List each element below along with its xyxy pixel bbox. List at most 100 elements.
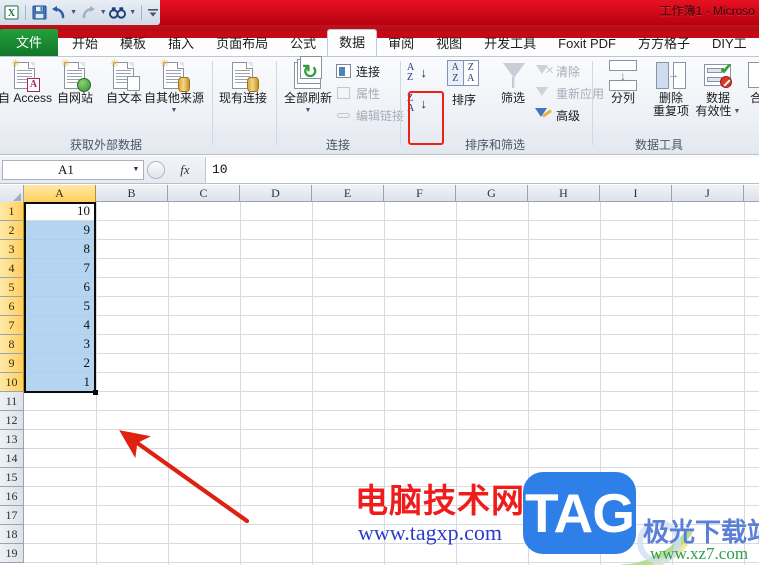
ribbon-group-existing-connection: 现有连接 <box>214 57 274 154</box>
column-header-H[interactable]: H <box>528 185 600 202</box>
data-validation-button[interactable]: ✔ 数据 有效性 ▼ <box>693 60 743 118</box>
tab-12[interactable]: DIY工 <box>701 30 758 57</box>
redo-dropdown-icon[interactable]: ▼ <box>99 3 108 22</box>
tab-4[interactable]: 页面布局 <box>205 30 279 57</box>
sort-dialog-button[interactable]: AZ ZA 排序 <box>437 60 491 107</box>
name-box[interactable]: A1 ▼ <box>2 159 144 180</box>
tab-2[interactable]: 模板 <box>109 30 157 57</box>
connections-button[interactable]: 连接 <box>336 62 380 80</box>
advanced-filter-button[interactable]: 高级 <box>535 106 580 124</box>
sort-ascending-button[interactable]: A Z ↓ <box>407 62 427 86</box>
row-header-7[interactable]: 7 <box>0 316 24 335</box>
name-box-dropdown-icon[interactable]: ▼ <box>129 166 143 173</box>
row-header-17[interactable]: 17 <box>0 506 24 525</box>
annotation-arrow <box>119 430 250 524</box>
formula-bar-round-button[interactable] <box>147 160 165 179</box>
select-all-corner-button[interactable] <box>0 185 24 202</box>
row-header-4[interactable]: 4 <box>0 259 24 278</box>
row-header-18[interactable]: 18 <box>0 525 24 544</box>
ribbon-group-connections: ↻ 全部刷新 ▼ 连接 属性 编辑链接 连接 <box>278 56 404 154</box>
gridline-h <box>24 277 759 278</box>
row-header-14[interactable]: 14 <box>0 449 24 468</box>
reapply-icon <box>535 85 553 101</box>
column-header-K[interactable]: K <box>744 185 759 202</box>
save-icon[interactable] <box>30 3 49 22</box>
tab-6[interactable]: 数据 <box>327 29 378 57</box>
sort-dialog-icon: AZ ZA <box>447 60 481 92</box>
tab-11[interactable]: 方方格子 <box>627 30 701 57</box>
existing-connections-button[interactable]: 现有连接 <box>214 60 272 105</box>
remove-duplicates-button[interactable]: → 删除 重复项 <box>648 60 694 118</box>
column-header-row: ABCDEFGHIJK <box>0 185 759 202</box>
customize-qat-icon[interactable] <box>146 3 160 22</box>
from-web-button[interactable]: ✳ 自网站 <box>51 59 99 105</box>
ribbon-tab-strip: 文件 开始 模板 插入 页面布局 公式 数据 审阅 视图 开发工具 Foxit PDF 方方格子 DIY… <box>0 25 759 57</box>
advanced-filter-icon <box>535 107 553 123</box>
text-to-columns-button[interactable]: ↓ 分列 <box>597 60 649 105</box>
row-header-9[interactable]: 9 <box>0 354 24 373</box>
tab-5[interactable]: 公式 <box>279 30 327 57</box>
properties-icon <box>336 85 353 101</box>
watermark-brand-url: www.xz7.com <box>650 544 749 563</box>
row-header-19[interactable]: 19 <box>0 544 24 563</box>
undo-dropdown-icon[interactable]: ▼ <box>69 3 78 22</box>
existing-connections-icon <box>227 60 259 92</box>
consolidate-button[interactable]: 合并 <box>742 60 759 105</box>
row-header-3[interactable]: 3 <box>0 240 24 259</box>
from-other-sources-dropdown-icon[interactable]: ▼ <box>171 107 178 114</box>
gridline-h <box>24 296 759 297</box>
formula-input[interactable]: 10 <box>205 156 759 183</box>
column-header-A[interactable]: A <box>24 185 96 202</box>
clear-filter-button: ✕ 清除 <box>535 62 580 80</box>
column-header-C[interactable]: C <box>168 185 240 202</box>
consolidate-icon <box>746 60 759 92</box>
undo-icon[interactable] <box>49 3 68 22</box>
tab-1[interactable]: 开始 <box>61 30 109 57</box>
ribbon-divider-4 <box>592 61 593 145</box>
insert-function-icon[interactable]: fx <box>165 162 205 178</box>
column-header-G[interactable]: G <box>456 185 528 202</box>
data-validation-dropdown-icon[interactable]: ▼ <box>734 108 741 115</box>
gridline-h <box>24 315 759 316</box>
row-header-11[interactable]: 11 <box>0 392 24 411</box>
tab-9[interactable]: 开发工具 <box>473 30 547 57</box>
window-title: 工作簿1 - Microso <box>659 4 755 18</box>
row-header-1[interactable]: 1 <box>0 202 24 221</box>
watermark-site-name: 电脑技术网 <box>355 484 525 520</box>
column-header-F[interactable]: F <box>384 185 456 202</box>
row-header-15[interactable]: 15 <box>0 468 24 487</box>
filter-button[interactable]: 筛选 <box>490 60 536 105</box>
from-other-sources-button[interactable]: ✳ 自其他来源 ▼ <box>140 59 208 115</box>
selection-border <box>24 202 96 393</box>
row-header-8[interactable]: 8 <box>0 335 24 354</box>
column-header-D[interactable]: D <box>240 185 312 202</box>
tab-3[interactable]: 插入 <box>157 30 205 57</box>
tab-0[interactable]: 文件 <box>0 29 59 57</box>
tab-10[interactable]: Foxit PDF <box>547 30 627 57</box>
row-header-16[interactable]: 16 <box>0 487 24 506</box>
column-header-I[interactable]: I <box>600 185 672 202</box>
refresh-all-button[interactable]: ↻ 全部刷新 ▼ <box>280 56 336 114</box>
redo-icon[interactable] <box>79 3 98 22</box>
fill-handle[interactable] <box>93 390 98 395</box>
find-icon[interactable] <box>109 3 128 22</box>
tab-8[interactable]: 视图 <box>425 30 473 57</box>
row-header-2[interactable]: 2 <box>0 221 24 240</box>
edit-links-icon <box>336 107 353 123</box>
row-header-12[interactable]: 12 <box>0 411 24 430</box>
from-access-button[interactable]: ✳ A 自 Access <box>0 59 52 105</box>
column-header-E[interactable]: E <box>312 185 384 202</box>
row-header-10[interactable]: 10 <box>0 373 24 392</box>
row-header-13[interactable]: 13 <box>0 430 24 449</box>
filter-funnel-icon <box>497 60 529 92</box>
ribbon: ✳ A 自 Access ✳ 自网站 ✳ 自文本 ✳ 自其他来源 ▼ 获取外部数… <box>0 56 759 155</box>
row-header-6[interactable]: 6 <box>0 297 24 316</box>
refresh-all-dropdown-icon[interactable]: ▼ <box>305 107 312 114</box>
tab-7[interactable]: 审阅 <box>377 30 425 57</box>
column-header-J[interactable]: J <box>672 185 744 202</box>
row-header-5[interactable]: 5 <box>0 278 24 297</box>
find-dropdown-icon[interactable]: ▼ <box>128 3 137 22</box>
ribbon-divider-1 <box>212 61 213 145</box>
column-header-B[interactable]: B <box>96 185 168 202</box>
watermark: 电脑技术网 www.tagxp.com TAG 极光下载站 www.xz7.co… <box>355 470 759 565</box>
